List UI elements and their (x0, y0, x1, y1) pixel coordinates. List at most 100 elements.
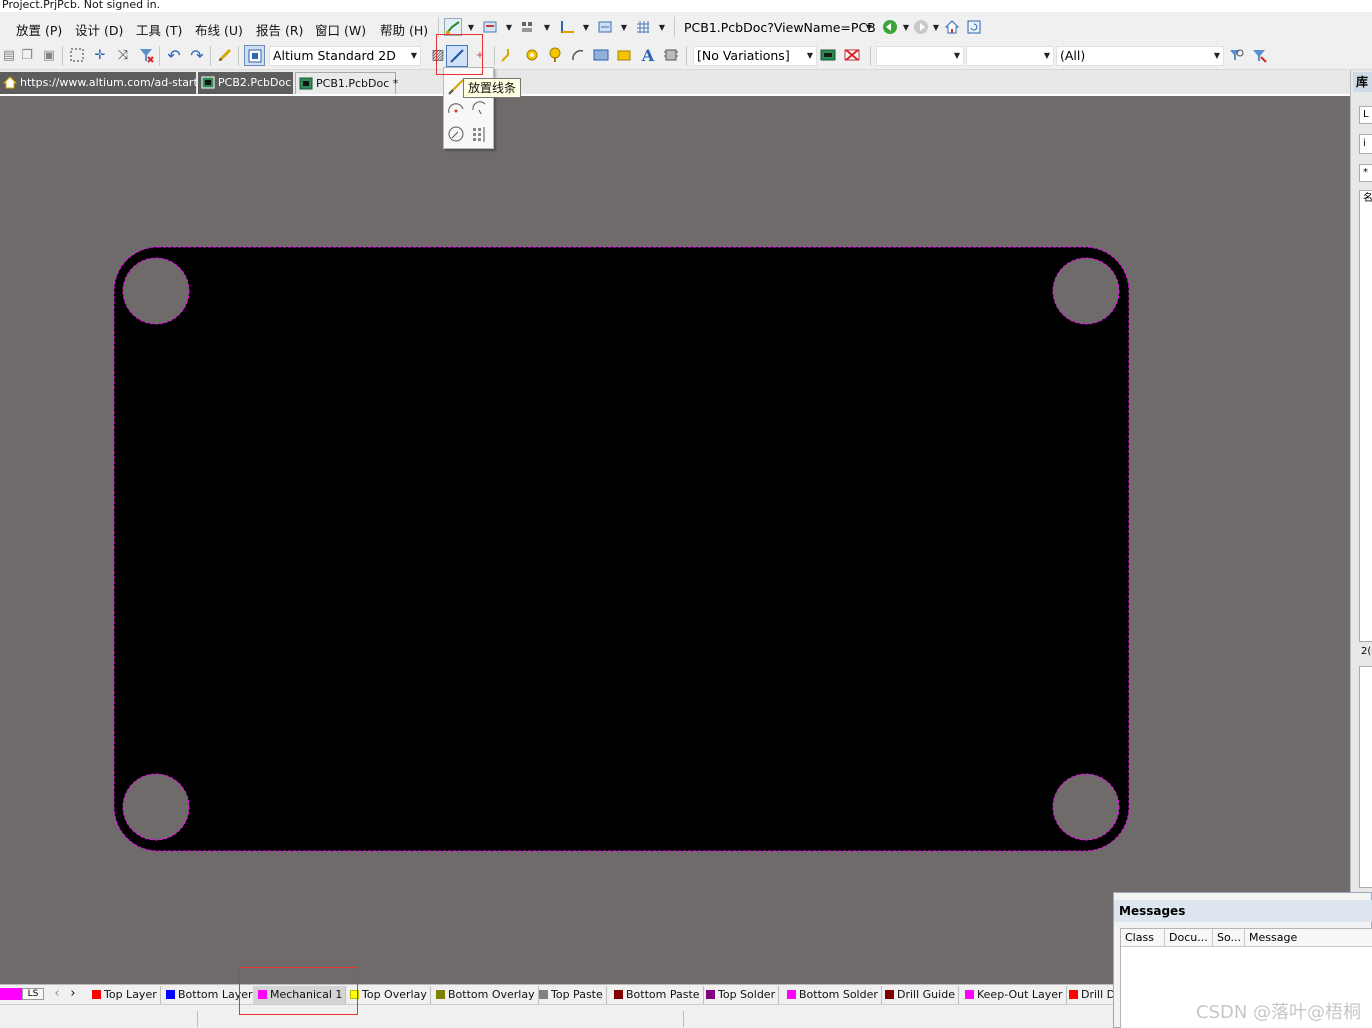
layer-tab-top-layer[interactable]: Top Layer (87, 986, 161, 1004)
menu-route[interactable]: 布线 (U) (195, 20, 243, 39)
mounting-hole-top-right (1052, 257, 1120, 325)
tab-pcb2[interactable]: PCB2.PcbDoc (198, 72, 293, 94)
component-icon[interactable] (662, 46, 680, 64)
variations-value: [No Variations] (697, 48, 790, 63)
array-paste-icon[interactable] (469, 124, 489, 144)
chevron-down-icon: ▼ (865, 23, 872, 32)
layer-label: Top Paste (551, 988, 603, 1001)
chevron-down-icon[interactable]: ▼ (932, 18, 940, 36)
pcb-canvas[interactable] (0, 96, 1350, 984)
paste-icon[interactable]: ▣ (40, 46, 58, 64)
status-divider (197, 1011, 198, 1027)
open-icon[interactable]: ▤ (0, 46, 18, 64)
chevron-down-icon[interactable]: ▼ (658, 18, 666, 36)
grid-icon[interactable] (634, 18, 652, 36)
room-icon[interactable] (596, 18, 614, 36)
filter-select-1[interactable]: ▼ (876, 46, 964, 66)
layer-color-swatch (92, 990, 101, 999)
layer-tab-drill-guide[interactable]: Drill Guide (880, 986, 959, 1004)
current-layer-swatch[interactable] (0, 988, 22, 1000)
menu-help[interactable]: 帮助 (H) (380, 20, 428, 39)
column-message[interactable]: Message (1245, 929, 1372, 947)
filter-all-select[interactable]: (All) ▼ (1056, 46, 1224, 66)
redo-icon[interactable]: ↷ (188, 46, 206, 65)
fill-icon[interactable] (592, 46, 610, 64)
column-document[interactable]: Docu... (1165, 929, 1213, 947)
back-icon[interactable] (881, 18, 899, 36)
variations-select[interactable]: [No Variations] ▼ (693, 46, 817, 66)
undo-icon[interactable]: ↶ (165, 46, 183, 65)
layer-color-swatch (965, 990, 974, 999)
layer-label: Bottom Solder (799, 988, 878, 1001)
full-circle-icon[interactable] (446, 124, 466, 144)
via-icon[interactable] (546, 46, 564, 64)
panel-list[interactable]: 名 (1359, 190, 1372, 642)
arc-edge-icon[interactable] (469, 98, 489, 118)
pad-icon[interactable] (523, 46, 541, 64)
forward-icon[interactable] (912, 18, 930, 36)
clear-filter-icon[interactable] (843, 46, 861, 64)
filter-select-2[interactable]: ▼ (966, 46, 1054, 66)
tab-pcb1[interactable]: PCB1.PcbDoc * (295, 72, 398, 94)
chevron-down-icon[interactable]: ▼ (620, 18, 628, 36)
deselect-icon[interactable] (137, 46, 155, 64)
move-icon[interactable]: ✛ (91, 46, 109, 64)
pencil-icon[interactable] (216, 46, 234, 64)
clear-all-filter-icon[interactable] (1250, 46, 1268, 64)
layer-tab-bar: LS ‹ › Top Layer Bottom Layer Mechanical… (0, 984, 1113, 1004)
text-icon[interactable]: A (639, 46, 657, 65)
polygon-pour-icon[interactable] (615, 46, 633, 64)
layer-set-button[interactable]: LS (22, 988, 44, 1000)
menu-window[interactable]: 窗口 (W) (315, 20, 366, 39)
apply-filter-icon[interactable] (1227, 46, 1245, 64)
place-component-icon[interactable] (481, 18, 499, 36)
align-icon[interactable] (518, 18, 536, 36)
route-icon[interactable] (499, 46, 517, 64)
column-source[interactable]: So... (1213, 929, 1245, 947)
layer-tab-bottom-solder[interactable]: Bottom Solder (782, 986, 882, 1004)
layer-tab-top-paste[interactable]: Top Paste (534, 986, 607, 1004)
chevron-down-icon[interactable]: ▼ (505, 18, 513, 36)
layer-tab-bottom-overlay[interactable]: Bottom Overlay (431, 986, 539, 1004)
chevron-down-icon[interactable]: ▼ (902, 18, 910, 36)
column-class[interactable]: Class (1121, 929, 1165, 947)
layer-color-swatch (539, 990, 548, 999)
panel-field-1[interactable]: L (1359, 106, 1372, 124)
libraries-panel[interactable]: 库 L i * 名 2( (1350, 70, 1372, 892)
layer-label: Drill D (1081, 988, 1113, 1001)
arc-center-icon[interactable] (446, 98, 466, 118)
dimension-icon[interactable] (558, 18, 576, 36)
tab-label: https://www.altium.com/ad-start/ (20, 76, 202, 89)
select-area-icon[interactable] (68, 46, 86, 64)
layer-tab-bottom-paste[interactable]: Bottom Paste (609, 986, 704, 1004)
arc-icon[interactable] (569, 46, 587, 64)
menu-reports[interactable]: 报告 (R) (256, 20, 303, 39)
document-path-field[interactable]: PCB1.PcbDoc?ViewName=PCBE ▼ (680, 18, 876, 38)
layer-color-swatch (787, 990, 796, 999)
home-icon[interactable] (943, 18, 961, 36)
title-strip: Project.PrjPcb. Not signed in. (0, 0, 1372, 12)
layer-tab-top-solder[interactable]: Top Solder (701, 986, 780, 1004)
panel-title: 库 (1353, 72, 1372, 92)
panel-field-2[interactable]: i (1359, 134, 1372, 154)
menu-place[interactable]: 放置 (P) (16, 20, 62, 39)
layer-tab-drill-drawing[interactable]: Drill D (1064, 986, 1113, 1004)
menu-toolbar-row: 放置 (P) 设计 (D) 工具 (T) 布线 (U) 报告 (R) 窗口 (W… (0, 12, 1372, 42)
layer-color-swatch (614, 990, 623, 999)
view-mode-select[interactable]: Altium Standard 2D ▼ (269, 46, 421, 66)
tab-altium-start[interactable]: https://www.altium.com/ad-start/ (0, 72, 201, 94)
menu-tools[interactable]: 工具 (T) (136, 20, 182, 39)
panel-field-3[interactable]: * (1359, 164, 1372, 182)
layer-next-button[interactable]: › (66, 986, 80, 1004)
menu-design[interactable]: 设计 (D) (75, 20, 123, 39)
cross-select-icon[interactable]: ⤨ (114, 46, 132, 64)
layer-prev-button[interactable]: ‹ (50, 986, 64, 1004)
copy-icon[interactable]: ❐ (18, 46, 36, 64)
board-icon[interactable] (819, 46, 837, 64)
chevron-down-icon[interactable]: ▼ (582, 18, 590, 36)
chevron-down-icon[interactable]: ▼ (543, 18, 551, 36)
refresh-icon[interactable] (965, 18, 983, 36)
view-board-icon[interactable] (244, 45, 265, 66)
layer-label: Bottom Overlay (448, 988, 535, 1001)
layer-tab-keep-out[interactable]: Keep-Out Layer (960, 986, 1067, 1004)
